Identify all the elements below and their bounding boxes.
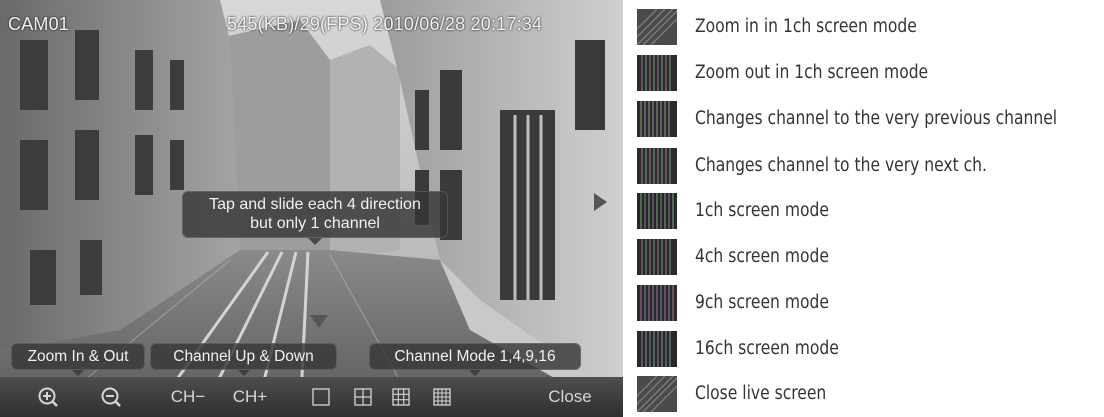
channel-up-button[interactable]: CH+ <box>225 377 275 417</box>
split-4-swatch-icon <box>637 239 677 275</box>
channel-down-button[interactable]: CH− <box>163 377 213 417</box>
split-16-button[interactable] <box>425 377 459 417</box>
split-4-button[interactable] <box>346 377 380 417</box>
ch-plus-swatch-icon <box>637 148 677 184</box>
swipe-right-arrow-icon <box>594 193 607 211</box>
channel-tooltip: Channel Up & Down <box>150 343 337 376</box>
legend-text: Close live screen <box>695 383 827 404</box>
legend-text: 9ch screen mode <box>695 292 829 313</box>
zoom-in-swatch-icon <box>637 9 677 45</box>
camera-name: CAM01 <box>8 14 70 34</box>
legend-text: 16ch screen mode <box>695 338 839 359</box>
legend-text: Changes channel to the very next ch. <box>695 155 987 176</box>
legend-text: 1ch screen mode <box>695 200 829 221</box>
ch-minus-swatch-icon <box>637 101 677 137</box>
split-9-button[interactable] <box>384 377 418 417</box>
magnifier-minus-icon <box>101 387 121 407</box>
channel-mode-tooltip: Channel Mode 1,4,9,16 <box>369 343 581 376</box>
legend-text: Changes channel to the very previous cha… <box>695 108 1058 129</box>
zoom-tooltip: Zoom In & Out <box>11 343 145 376</box>
single-screen-icon <box>312 388 330 406</box>
swipe-hint-line1: Tap and slide each 4 direction <box>209 196 421 213</box>
zoom-out-swatch-icon <box>637 55 677 91</box>
live-camera-view[interactable]: CAM01 545(KB)/29(FPS) 2010/06/28 20:17:3… <box>0 0 623 417</box>
split-1-button[interactable] <box>304 377 338 417</box>
zoom-out-button[interactable] <box>91 377 131 417</box>
swipe-hint-tooltip: Tap and slide each 4 direction but only … <box>182 191 448 245</box>
swipe-hint-line2: but only 1 channel <box>250 215 380 232</box>
close-button[interactable]: Close <box>535 377 605 417</box>
live-toolbar: CH− CH+ Close <box>0 377 623 417</box>
button-legend: Zoom in in 1ch screen mode Zoom out in 1… <box>637 0 1104 417</box>
legend-text: Zoom out in 1ch screen mode <box>695 62 929 83</box>
quad-screen-icon <box>354 388 372 406</box>
split-1-swatch-icon <box>637 193 677 229</box>
split-16-swatch-icon <box>637 331 677 367</box>
split-9-swatch-icon <box>637 285 677 321</box>
stream-stats: 545(KB)/29(FPS) 2010/06/28 20:17:34 <box>227 14 543 34</box>
swipe-down-arrow-icon <box>310 315 328 328</box>
legend-text: Zoom in in 1ch screen mode <box>695 16 917 37</box>
magnifier-plus-icon <box>38 387 58 407</box>
close-swatch-icon <box>637 376 677 412</box>
legend-text: 4ch screen mode <box>695 246 829 267</box>
nine-screen-icon <box>392 388 410 406</box>
sixteen-screen-icon <box>433 388 451 406</box>
zoom-in-button[interactable] <box>28 377 68 417</box>
